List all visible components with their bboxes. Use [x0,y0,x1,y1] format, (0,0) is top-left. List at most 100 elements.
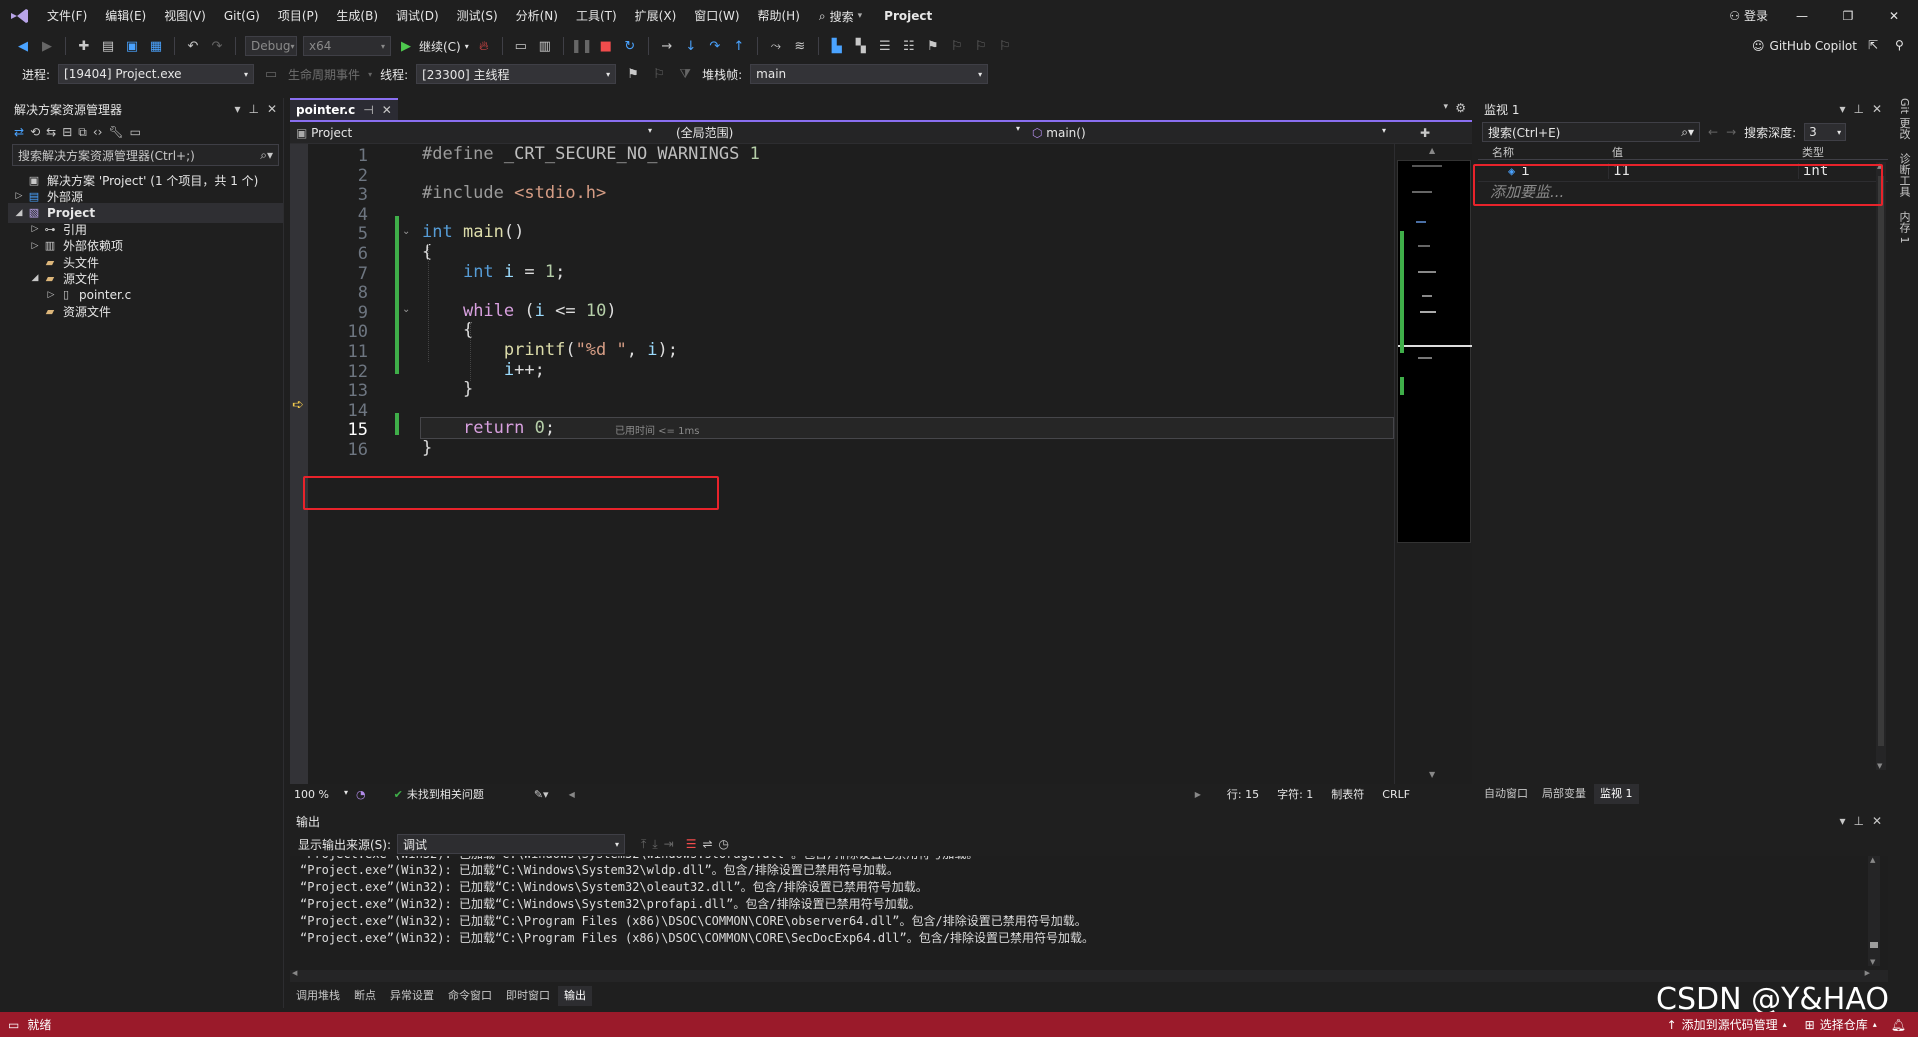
menu-item[interactable]: 视图(V) [155,0,215,32]
preview-icon[interactable]: ▭ [130,125,141,139]
breakpoint-window-icon[interactable]: ▙ [828,37,846,55]
pause-icon[interactable]: ❚❚ [571,37,593,55]
undo-icon[interactable]: ↶ [184,37,202,55]
dropdown-icon[interactable]: ▾ [1839,102,1845,116]
thread-select[interactable]: [23300] 主线程 ▾ [416,64,617,84]
restart-icon[interactable]: ↻ [621,37,639,55]
output-hscrollbar[interactable]: ◀ ▶ [290,969,1888,982]
close-icon[interactable]: ✕ [267,102,277,116]
step-over-icon[interactable]: ↷ [706,37,724,55]
go-to-icon[interactable]: ⇥ [664,837,674,851]
scroll-right-icon[interactable]: ▶ [1865,969,1870,977]
split-icon[interactable]: ✚ [1420,126,1430,140]
output-panel-tab[interactable]: 调用堆栈 [290,986,346,1006]
output-scrollbar[interactable]: ▲ ▼ [1868,856,1880,966]
scroll-down-icon[interactable]: ▼ [1429,770,1435,779]
indent-status[interactable]: 制表符 [1331,786,1364,802]
history-icon[interactable]: ⟲ [30,125,40,139]
issues-status[interactable]: 未找到相关问题 [407,786,484,802]
menu-item[interactable]: 测试(S) [448,0,507,32]
code-view-icon[interactable]: ‹› [93,125,103,139]
close-window-button[interactable]: ✕ [1871,0,1917,32]
solution-search-input[interactable]: 搜索解决方案资源管理器(Ctrl+;) ⌕▾ [12,144,279,166]
menu-item[interactable]: Git(G) [215,0,269,32]
menu-item[interactable]: 项目(P) [269,0,328,32]
collapse-main-icon[interactable]: ⌄ [402,226,410,237]
expand-arrow-icon[interactable]: ▷ [12,191,26,201]
hot-reload-icon[interactable]: 🔥︎ [475,37,493,55]
code-area[interactable]: ➪ 1 2 3 4 5 6 7 8 9 10 11 12 13 14 15 16 ⌄ ⌄ #define _C… [290,144,1394,784]
notifications-icon[interactable]: 🔔︎ [1891,1018,1906,1032]
scroll-up-icon[interactable]: ▲ [1870,856,1875,864]
output-panel-tab[interactable]: 即时窗口 [500,986,556,1006]
tree-item[interactable]: ▰ 资源文件 [8,301,111,321]
show-all-files-icon[interactable]: ⧉ [78,125,87,140]
watch-tab[interactable]: 局部变量 [1536,784,1592,804]
new-item-icon[interactable]: ✚ [75,37,93,55]
flag-thread-icon[interactable]: ⚑ [624,65,642,83]
expand-arrow-icon[interactable]: ▷ [44,290,58,300]
minimize-button[interactable]: — [1779,0,1825,32]
memory-tab[interactable]: 内存 1 [1896,211,1912,244]
expand-arrow-icon[interactable]: ◢ [12,208,26,218]
prev-bookmark-icon[interactable]: ⚐ [948,37,966,55]
sync-icon[interactable]: ⇄ [14,125,24,139]
code-line[interactable]: int main() [422,220,524,244]
hex-display-icon[interactable]: ⤳ [767,37,785,55]
add-source-control-button[interactable]: ↑ 添加到源代码管理 ▴ [1667,1016,1787,1033]
toggle-icon[interactable]: ▚ [852,37,870,55]
diagnostic-tools-tab[interactable]: 诊断工具 [1896,153,1912,197]
save-icon[interactable]: ▣ [123,37,141,55]
output-panel-tab[interactable]: 异常设置 [384,986,440,1006]
column-name[interactable]: 名称 [1478,144,1608,159]
output-panel-tab[interactable]: 命令窗口 [442,986,498,1006]
search-button[interactable]: ⌕ 搜索 ▾ [809,8,872,25]
layout-icon[interactable]: ▥ [536,37,554,55]
watch-search-input[interactable]: 搜索(Ctrl+E) ⌕▾ [1482,122,1700,142]
configuration-select[interactable]: Debug ▾ [245,36,297,56]
word-wrap-icon[interactable]: ⇌ [702,837,712,851]
uncomment-icon[interactable]: ☷ [900,37,918,55]
pin-icon[interactable]: ⊥ [1853,814,1863,828]
back-icon[interactable]: ◀ [14,37,32,55]
eol-status[interactable]: CRLF [1382,788,1410,801]
copilot-status-icon[interactable]: ◔ [356,788,366,801]
scroll-right-icon[interactable]: ▶ [1195,790,1201,799]
code-line[interactable]: int i = 1; [422,260,565,284]
menu-item[interactable]: 生成(B) [327,0,387,32]
comment-icon[interactable]: ☰ [876,37,894,55]
code-line[interactable]: } [422,377,473,401]
process-select[interactable]: [19404] Project.exe ▾ [58,64,255,84]
collapse-while-icon[interactable]: ⌄ [402,304,410,315]
output-panel-tab[interactable]: 断点 [348,986,382,1006]
close-tab-icon[interactable]: ✕ [382,103,392,117]
char-status[interactable]: 字符: 1 [1277,786,1313,802]
output-text[interactable]: “Project.exe”(Win32): 已加载“C:\Windows\Sys… [290,856,1888,970]
tab-list-icon[interactable]: ▾ [1443,102,1448,112]
stack-frame-select[interactable]: main ▾ [750,64,989,84]
back-icon[interactable]: ← [1708,125,1718,139]
pending-changes-icon[interactable]: ⇆ [46,125,56,139]
code-line[interactable]: return 0; [422,416,555,440]
thread-icon[interactable]: ≋ [791,37,809,55]
vertical-scrollbar[interactable]: ▲ ▼ [1394,144,1472,784]
copilot-button[interactable]: ☺ GitHub Copilot [1752,36,1857,56]
code-cleanup-icon[interactable]: ✎▾ [534,788,549,801]
redo-icon[interactable]: ↷ [208,37,226,55]
lifecycle-label[interactable]: 生命周期事件 [288,66,360,83]
nav-project-select[interactable]: ▣ Project ▾ [290,126,658,140]
bookmark-icon[interactable]: ⚑ [924,37,942,55]
watch-tab[interactable]: 自动窗口 [1478,784,1534,804]
column-type[interactable]: 类型 [1798,144,1878,159]
expand-arrow-icon[interactable]: ▷ [28,224,42,234]
scroll-left-icon[interactable]: ◀ [292,969,297,977]
tab-pointer-c[interactable]: pointer.c ⊣ ✕ [290,98,398,120]
scroll-left-icon[interactable]: ◀ [569,790,575,799]
nav-function-select[interactable]: ⬡ main() ▾ [1026,126,1392,140]
watch-tab[interactable]: 监视 1 [1594,784,1639,804]
expand-arrow-icon[interactable]: ◢ [28,273,42,283]
save-all-icon[interactable]: ▦ [147,37,165,55]
pin-icon[interactable]: ⊥ [248,102,258,116]
output-source-select[interactable]: 调试 ▾ [397,834,626,854]
menu-item[interactable]: 编辑(E) [96,0,155,32]
